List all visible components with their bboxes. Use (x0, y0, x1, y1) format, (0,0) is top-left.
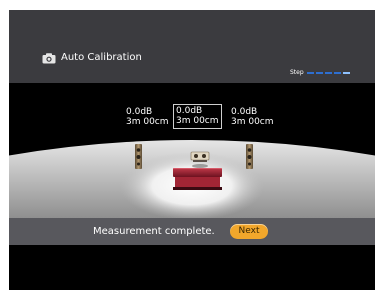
front-right-distance: 3m 00cm (231, 117, 274, 127)
channel-center[interactable]: 0.0dB 3m 00cm (173, 104, 222, 129)
front-right-speaker (246, 144, 253, 169)
front-left-speaker (135, 144, 142, 169)
page-title: Auto Calibration (61, 52, 142, 63)
next-button[interactable]: Next (230, 224, 268, 239)
step-progress (306, 72, 350, 74)
title-area: Auto Calibration (42, 51, 142, 65)
listening-sofa (173, 168, 222, 190)
status-message: Measurement complete (93, 226, 212, 237)
front-left-level: 0.0dB (126, 107, 153, 117)
calibration-screen: Auto Calibration Step 0.0dB 3m 00cm 0.0d… (9, 10, 375, 290)
channel-front-right: 0.0dB 3m 00cm (231, 107, 274, 127)
status-bar: Measurement complete. Next (9, 218, 375, 245)
step-dash (333, 72, 341, 74)
step-dash (315, 72, 323, 74)
front-left-distance: 3m 00cm (126, 117, 169, 127)
channel-front-left: 0.0dB 3m 00cm (126, 107, 169, 127)
header: Auto Calibration Step (9, 10, 375, 83)
step-indicator: Step (290, 68, 350, 78)
step-dash (306, 72, 314, 74)
step-label: Step (290, 69, 304, 76)
speaker-layout: 0.0dB 3m 00cm 0.0dB 3m 00cm 0.0dB 3m 00c… (9, 83, 375, 218)
center-distance: 3m 00cm (176, 116, 219, 126)
status-message-wrap: Measurement complete. (93, 226, 215, 238)
step-dash (342, 72, 350, 74)
status-message-punct: . (211, 226, 215, 237)
front-right-level: 0.0dB (231, 107, 258, 117)
step-dash (324, 72, 332, 74)
center-level: 0.0dB (176, 106, 203, 116)
center-speaker (190, 151, 210, 168)
microphone-box-icon (42, 52, 56, 63)
